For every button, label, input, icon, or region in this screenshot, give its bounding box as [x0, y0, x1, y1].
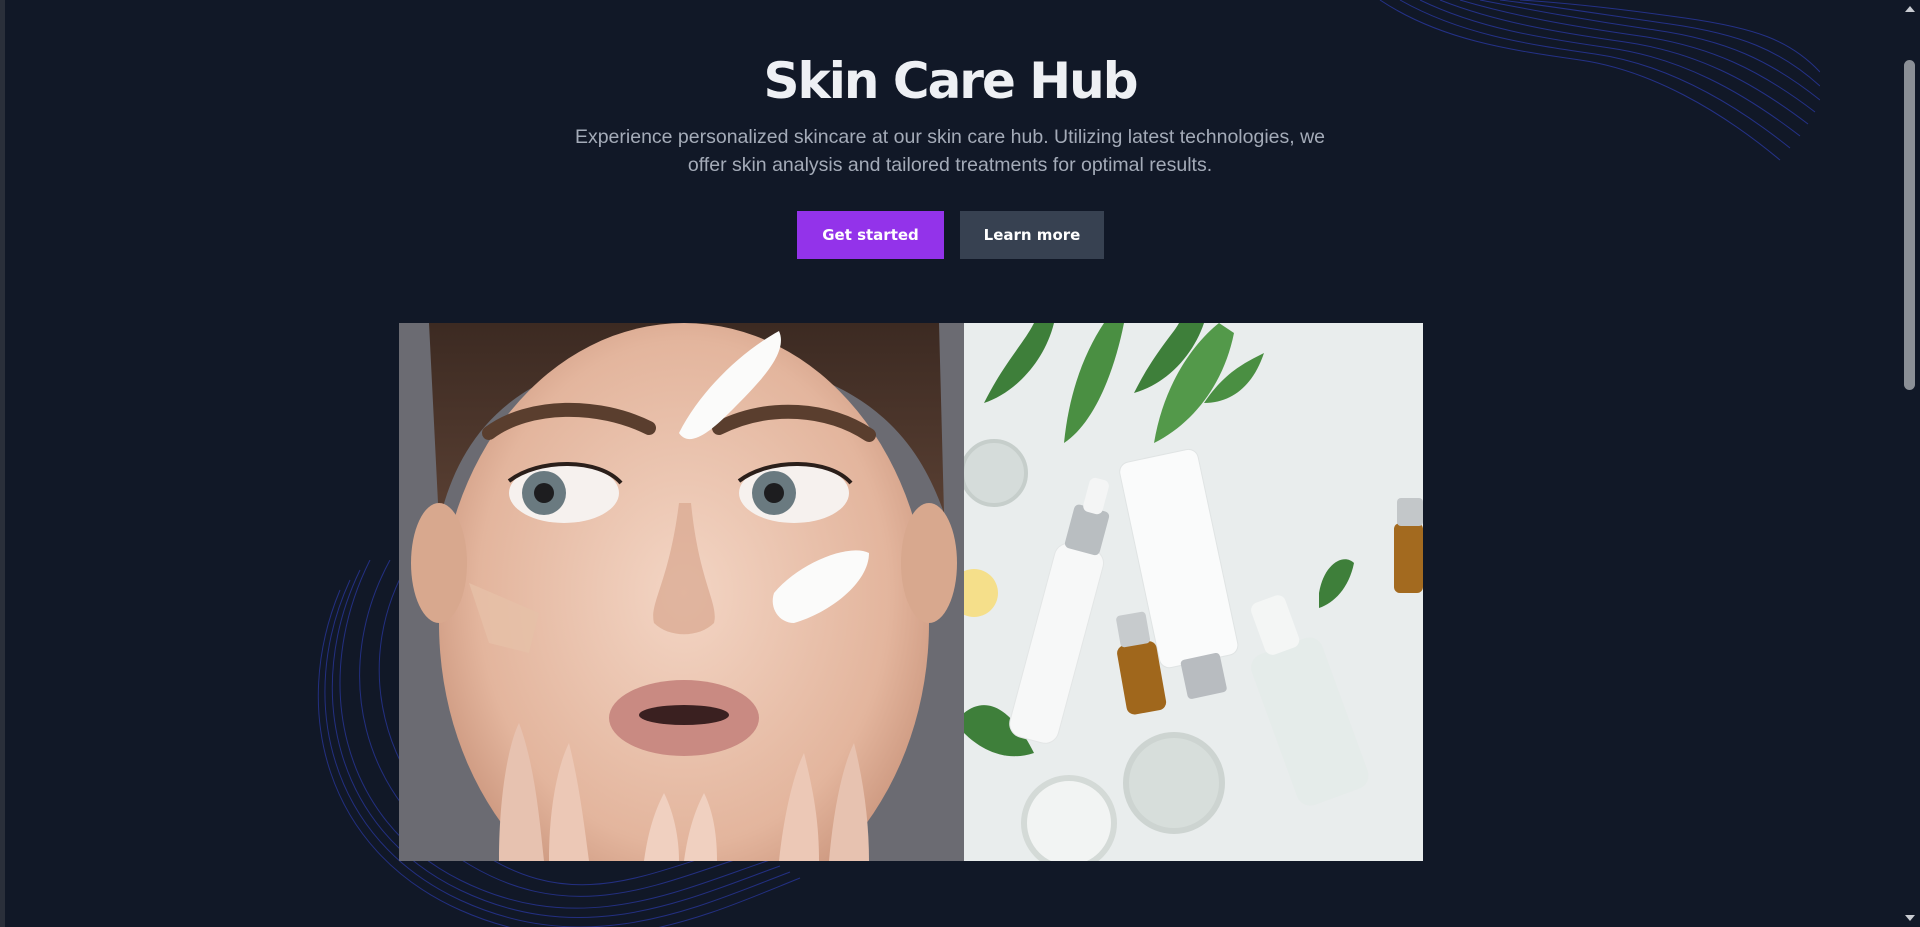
- product-image-icon: [964, 323, 1423, 861]
- image-gallery: [399, 323, 1423, 861]
- window-edge: [0, 0, 5, 927]
- page-subtitle: Experience personalized skincare at our …: [574, 126, 1326, 176]
- landing-page: Skin Care Hub Experience personalized sk…: [0, 0, 1920, 927]
- skincare-products-photo: [964, 323, 1423, 861]
- learn-more-button[interactable]: Learn more: [960, 211, 1104, 259]
- get-started-button[interactable]: Get started: [797, 211, 944, 259]
- face-cream-photo: [399, 323, 964, 861]
- scrollbar-thumb[interactable]: [1904, 60, 1915, 390]
- scroll-down-arrow-icon[interactable]: [1905, 915, 1915, 921]
- portrait-image-icon: [399, 323, 964, 861]
- scroll-up-arrow-icon[interactable]: [1905, 6, 1915, 12]
- vertical-scrollbar[interactable]: [1900, 0, 1920, 927]
- page-title: Skin Care Hub: [763, 52, 1138, 110]
